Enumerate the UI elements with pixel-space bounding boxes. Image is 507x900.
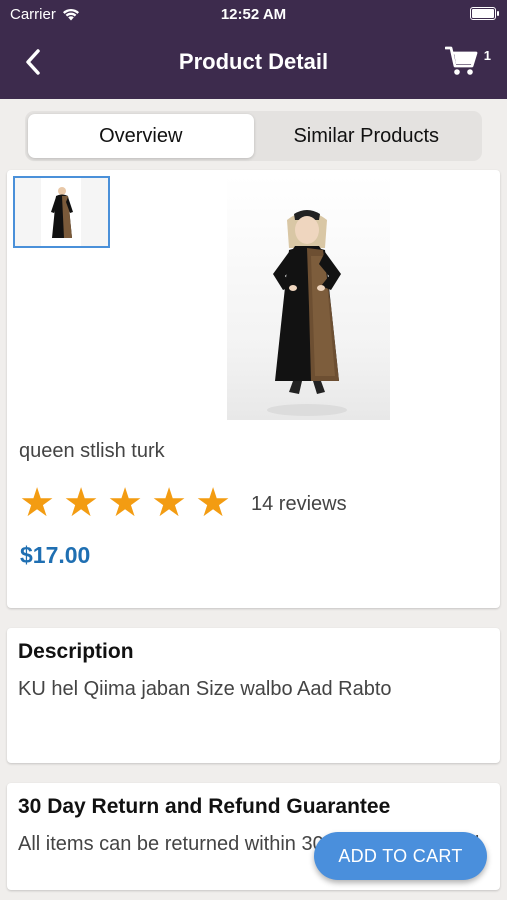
star-icon: ★ [107,481,143,525]
tab-overview[interactable]: Overview [28,114,254,158]
dress-thumbnail-image [15,178,108,246]
status-bar: Carrier 12:52 AM [0,0,507,28]
star-icon: ★ [19,481,55,525]
status-time: 12:52 AM [220,6,287,23]
star-icon: ★ [63,481,99,525]
description-text: KU hel Qiima jaban Size walbo Aad Rabto [18,678,392,700]
product-price: $17.00 [20,542,91,568]
page-title: Product Detail [178,49,329,74]
description-card: Description KU hel Qiima jaban Size walb… [7,628,500,763]
cart-button[interactable] [444,44,481,80]
battery-icon [470,7,499,20]
add-to-cart-button[interactable]: ADD TO CART [314,832,487,880]
product-name: queen stlish turk [19,440,165,462]
dress-image [267,210,347,416]
nav-bar: Product Detail 1 [0,36,507,88]
product-main-image[interactable] [227,176,390,420]
cart-icon [444,46,478,75]
star-icon: ★ [151,481,187,525]
star-icon: ★ [195,481,231,525]
rating-stars: ★ ★ ★ ★ ★ [17,481,233,525]
product-thumbnail[interactable] [13,176,110,248]
cart-badge: 1 [483,48,491,63]
top-bar: Carrier 12:52 AM Product Detail 1 [0,0,507,99]
guarantee-heading: 30 Day Return and Refund Guarantee [18,795,391,818]
description-heading: Description [18,640,134,663]
segmented-control: Overview Similar Products [25,111,482,161]
review-count[interactable]: 14 reviews [251,493,347,516]
product-card: queen stlish turk ★ ★ ★ ★ ★ 14 reviews $… [7,170,500,608]
tab-similar-products[interactable]: Similar Products [254,114,480,158]
